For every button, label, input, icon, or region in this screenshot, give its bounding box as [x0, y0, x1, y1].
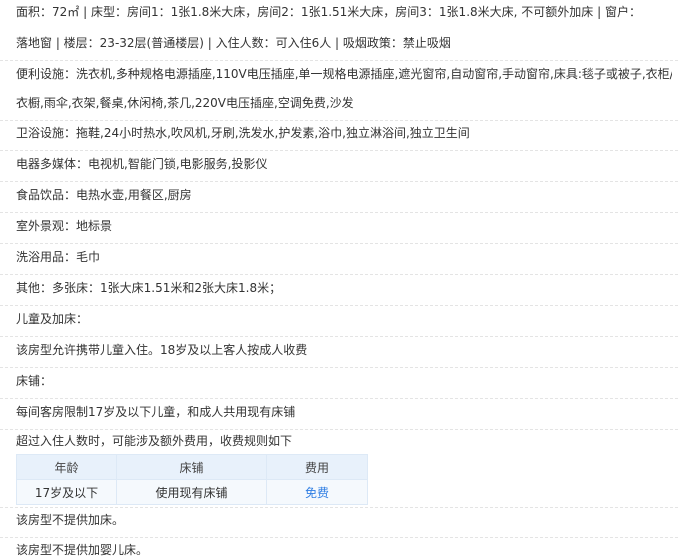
bedding-heading: 床铺：: [16, 374, 53, 388]
column-header-age: 年龄: [16, 454, 117, 480]
children-policy: 该房型允许携带儿童入住。18岁及以上客人按成人收费: [16, 343, 308, 357]
column-header-bedding: 床铺: [116, 454, 267, 480]
divider: [0, 120, 678, 121]
divider: [0, 150, 678, 151]
room-details-panel: 面积：72㎡ | 床型：房间1：1张1.8米大床，房间2：1张1.51米大床，房…: [0, 0, 678, 558]
no-extra-bed-note: 该房型不提供加床。: [16, 513, 125, 527]
toiletries: 洗浴用品：毛巾: [16, 250, 101, 264]
column-header-fee: 费用: [266, 454, 368, 480]
divider: [0, 181, 678, 182]
divider: [0, 60, 678, 61]
cell-age: 17岁及以下: [16, 479, 117, 505]
outdoor-view: 室外景观：地标景: [16, 219, 113, 233]
floor-occupancy-info: 落地窗 | 楼层：23-32层(普通楼层) | 入住人数：可入住6人 | 吸烟政…: [16, 36, 451, 50]
extra-fee-table: 年龄 床铺 费用 17岁及以下 使用现有床铺 免费: [16, 454, 368, 505]
table-header-row: 年龄 床铺 费用: [16, 454, 368, 480]
divider: [0, 212, 678, 213]
divider: [0, 274, 678, 275]
bedding-policy: 每间客房限制17岁及以下儿童，和成人共用现有床铺: [16, 405, 296, 419]
divider: [0, 507, 678, 508]
divider: [0, 537, 678, 538]
convenience-facilities: 便利设施：洗衣机,多种规格电源插座,110V电压插座,单一规格电源插座,遮光窗帘…: [16, 67, 672, 81]
divider: [0, 398, 678, 399]
table-row: 17岁及以下 使用现有床铺 免费: [16, 479, 368, 505]
divider: [0, 305, 678, 306]
divider: [0, 429, 678, 430]
excess-occupancy-note: 超过入住人数时，可能涉及额外费用，收费规则如下: [16, 434, 293, 448]
cell-fee-free: 免费: [266, 479, 368, 505]
bathroom-facilities: 卫浴设施：拖鞋,24小时热水,吹风机,牙刷,洗发水,护发素,浴巾,独立淋浴间,独…: [16, 126, 470, 140]
area-bed-info: 面积：72㎡ | 床型：房间1：1张1.8米大床，房间2：1张1.51米大床，房…: [16, 5, 641, 19]
cell-bedding: 使用现有床铺: [116, 479, 267, 505]
food-facilities: 食品饮品：电热水壶,用餐区,厨房: [16, 188, 192, 202]
divider: [0, 243, 678, 244]
divider: [0, 367, 678, 368]
other-info: 其他：多张床：1张大床1.51米和2张大床1.8米；: [16, 281, 282, 295]
no-crib-note: 该房型不提供加婴儿床。: [16, 543, 149, 557]
children-heading: 儿童及加床：: [16, 312, 89, 326]
convenience-facilities-cont: 衣橱,雨伞,衣架,餐桌,休闲椅,茶几,220V电压插座,空调免费,沙发: [16, 96, 354, 110]
divider: [0, 336, 678, 337]
media-facilities: 电器多媒体：电视机,智能门锁,电影服务,投影仪: [16, 157, 268, 171]
